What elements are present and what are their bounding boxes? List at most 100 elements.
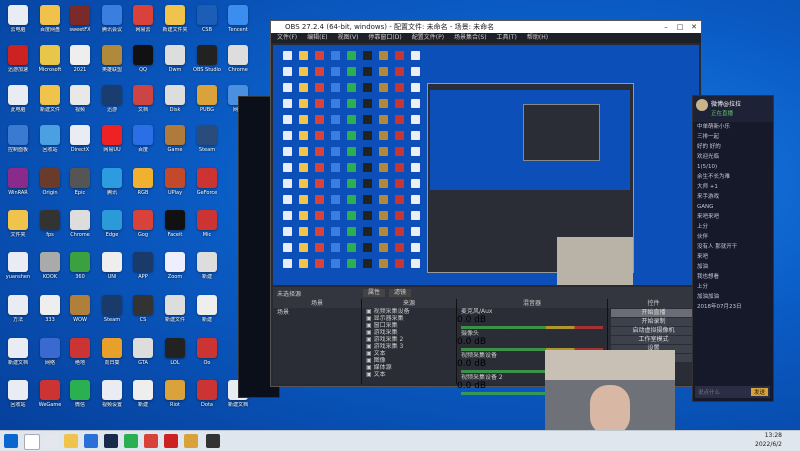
control-button[interactable]: 开始录制 (611, 318, 696, 326)
desktop-icon[interactable]: GTA (128, 338, 158, 366)
desktop-icon[interactable]: KOOK (35, 252, 65, 280)
minimize-button[interactable]: – (659, 21, 673, 33)
desktop-icon[interactable]: QQ (128, 45, 158, 73)
desktop-icon[interactable]: Steam (97, 295, 127, 323)
desktop-icon[interactable]: Mic (192, 210, 222, 238)
edge-icon[interactable] (84, 434, 98, 448)
desktop-icon[interactable]: CSB (192, 5, 222, 33)
obs-taskbar-icon[interactable] (206, 434, 220, 448)
maximize-button[interactable]: □ (673, 21, 687, 33)
desktop-icon[interactable]: 百度网盘 (35, 5, 65, 33)
desktop-icon[interactable]: 新建文件 (160, 295, 190, 323)
desktop-icon[interactable]: 英雄联盟 (97, 45, 127, 73)
desktop-icon[interactable]: 此电脑 (3, 85, 33, 113)
start-button[interactable] (4, 434, 18, 448)
desktop-icon[interactable]: GeForce (192, 168, 222, 196)
desktop-icon[interactable]: Dota (192, 380, 222, 408)
desktop-icon[interactable]: yuanshen (3, 252, 33, 280)
desktop-icon[interactable]: 网络 (35, 338, 65, 366)
menu-item[interactable]: 文件(F) (277, 33, 297, 43)
source-item[interactable]: ▣ 视频采集设备 (362, 308, 456, 315)
desktop-icon[interactable]: 百度 (128, 125, 158, 153)
menu-item[interactable]: 编辑(E) (307, 33, 327, 43)
desktop-icon[interactable]: 云电脑 (3, 5, 33, 33)
desktop-icon[interactable]: 控制面板 (3, 125, 33, 153)
scene-item[interactable]: 场景 (273, 308, 361, 317)
desktop-icon[interactable]: Epic (65, 168, 95, 196)
source-item[interactable]: ▣ 文本 (362, 371, 456, 378)
explorer-icon[interactable] (64, 434, 78, 448)
desktop-icon[interactable]: fps (35, 210, 65, 238)
desktop-icon[interactable]: 方法 (3, 295, 33, 323)
chat-input[interactable]: 说点什么 发送 (695, 386, 770, 398)
desktop-icon[interactable]: 新建 (192, 295, 222, 323)
menu-item[interactable]: 工具(T) (497, 33, 517, 43)
menu-item[interactable]: 帮助(H) (527, 33, 548, 43)
desktop-icon[interactable]: 新建文件 (35, 85, 65, 113)
desktop-icon[interactable]: WinRAR (3, 168, 33, 196)
steam-icon[interactable] (104, 434, 118, 448)
desktop-icon[interactable]: LOL (160, 338, 190, 366)
source-item[interactable]: ▣ 游戏采集 2 (362, 336, 456, 343)
control-button[interactable]: 工作室模式 (611, 336, 696, 344)
search-icon[interactable] (24, 434, 40, 450)
desktop-icon[interactable]: 新建文件夹 (160, 5, 190, 33)
obs-preview[interactable] (273, 45, 699, 285)
desktop-icon[interactable]: 回收站 (3, 380, 33, 408)
desktop-icon[interactable]: Dwm (160, 45, 190, 73)
menu-item[interactable]: 视图(V) (338, 33, 359, 43)
menu-item[interactable]: 场景集合(S) (454, 33, 487, 43)
filters-button[interactable]: 滤镜 (389, 289, 411, 297)
desktop-icon[interactable]: Game (160, 125, 190, 153)
desktop-icon[interactable]: 绝地 (65, 338, 95, 366)
game-icon[interactable] (164, 434, 178, 448)
menu-item[interactable]: 配置文件(P) (412, 33, 444, 43)
send-button[interactable]: 发送 (750, 388, 768, 396)
desktop-icon[interactable]: UNI (97, 252, 127, 280)
desktop-icon[interactable]: 333 (35, 295, 65, 323)
desktop-icon[interactable]: 新建文档 (3, 338, 33, 366)
control-button[interactable]: 启动虚拟摄像机 (611, 327, 696, 335)
desktop-icon[interactable]: WOW (65, 295, 95, 323)
desktop-icon[interactable]: Edge (97, 210, 127, 238)
obs-window[interactable]: OBS 27.2.4 (64-bit, windows) - 配置文件: 未命名… (270, 20, 702, 395)
desktop-icon[interactable]: 新建 (128, 380, 158, 408)
desktop-icon[interactable]: WeGame (35, 380, 65, 408)
desktop-icon[interactable]: Oo (192, 338, 222, 366)
desktop-icon[interactable]: 视频 (65, 85, 95, 113)
desktop-icon[interactable]: 新建 (192, 252, 222, 280)
desktop-icon[interactable]: Disk (160, 85, 190, 113)
desktop-icon[interactable]: 2021 (65, 45, 95, 73)
desktop-icon[interactable]: 网易云 (128, 5, 158, 33)
desktop-icon[interactable]: 网易UU (97, 125, 127, 153)
source-item[interactable]: ▣ 图像 (362, 357, 456, 364)
desktop-icon[interactable]: 迅游加速 (3, 45, 33, 73)
desktop-icon[interactable]: 360 (65, 252, 95, 280)
desktop-icon[interactable]: Riot (160, 380, 190, 408)
menu-item[interactable]: 停靠窗口(D) (368, 33, 401, 43)
desktop-icon[interactable]: Chrome (65, 210, 95, 238)
source-item[interactable]: ▣ 游戏采集 3 (362, 343, 456, 350)
source-item[interactable]: ▣ 游戏采集 (362, 329, 456, 336)
control-button[interactable]: 开始直播 (611, 309, 696, 317)
desktop-icon[interactable]: 文件夹 (3, 210, 33, 238)
desktop-icon[interactable]: 迅游 (97, 85, 127, 113)
desktop-icon[interactable]: 文档 (128, 85, 158, 113)
desktop-icon[interactable]: sweetFX (65, 5, 95, 33)
desktop-icon[interactable]: 回收站 (35, 125, 65, 153)
source-item[interactable]: ▣ 窗口采集 (362, 322, 456, 329)
volume-meter[interactable] (461, 326, 603, 329)
desktop-icon[interactable]: Gog (128, 210, 158, 238)
wechat-icon[interactable] (124, 434, 138, 448)
desktop-icon[interactable]: RGB (128, 168, 158, 196)
desktop-icon[interactable]: Microsoft (35, 45, 65, 73)
source-item[interactable]: ▣ 显示器采集 (362, 315, 456, 322)
task-view-icon[interactable] (44, 434, 58, 448)
desktop-icon[interactable]: Zoom (160, 252, 190, 280)
close-button[interactable]: ✕ (687, 21, 701, 33)
source-item[interactable]: ▣ 文本 (362, 350, 456, 357)
lol-icon[interactable] (184, 434, 198, 448)
desktop-icon[interactable]: Origin (35, 168, 65, 196)
desktop-icon[interactable]: UPlay (160, 168, 190, 196)
desktop-icon[interactable]: 向日葵 (97, 338, 127, 366)
